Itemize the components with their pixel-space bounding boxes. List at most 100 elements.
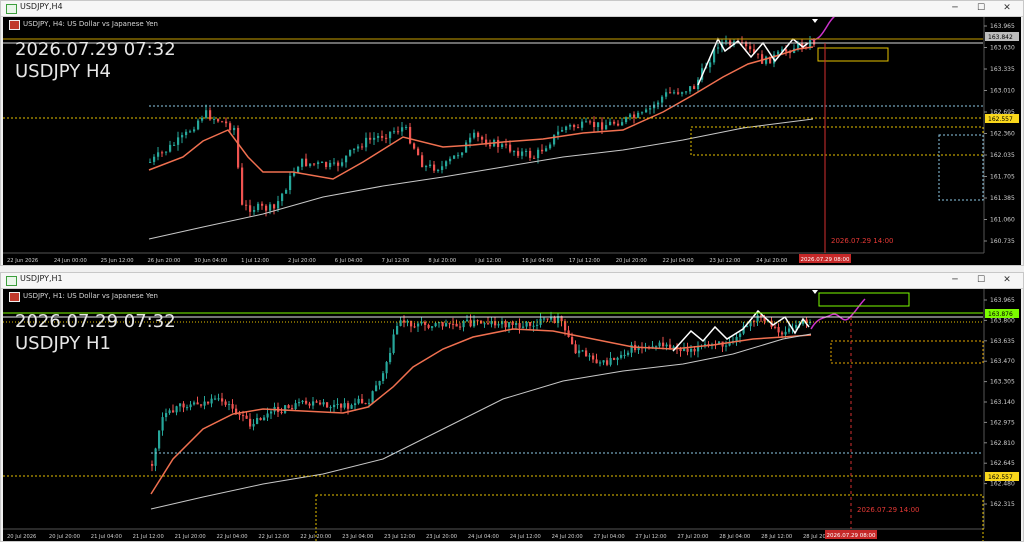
candle-body: [465, 142, 468, 153]
date-label: 2026.07.29 07:32: [15, 311, 176, 332]
candle-body: [273, 204, 276, 209]
candle-body: [427, 324, 430, 328]
chart-header: USDJPY, H4: US Dollar vs Japanese Yen: [23, 20, 158, 28]
candle-body: [553, 134, 556, 145]
candle-body: [263, 417, 266, 421]
time-tick-label: 20 Jul 20:00: [49, 534, 80, 540]
candle-body: [679, 348, 682, 352]
candle-body: [686, 348, 689, 352]
candle-body: [249, 205, 252, 212]
candle-body: [196, 402, 199, 405]
candle-body: [389, 131, 392, 139]
candle-body: [382, 373, 385, 381]
candle-body: [341, 162, 344, 166]
price-tick-label: 163.305: [990, 379, 1015, 386]
candle-body: [616, 357, 619, 360]
candle-body: [765, 56, 768, 64]
candle-body: [245, 204, 248, 206]
candle-body: [735, 336, 738, 341]
maximize-icon[interactable]: ☐: [969, 273, 993, 288]
candle-body: [669, 92, 672, 94]
candle-body: [613, 121, 616, 124]
candle-body: [169, 144, 172, 152]
candle-body: [421, 155, 424, 168]
candle-body: [149, 161, 152, 163]
candle-body: [252, 423, 255, 427]
time-tick-label: 20 Jul 20:00: [616, 258, 647, 264]
candle-body: [529, 322, 532, 326]
time-tick-label: 23 Jul 12:00: [384, 534, 415, 540]
candle-body: [325, 162, 328, 167]
maximize-icon[interactable]: ☐: [969, 1, 993, 16]
candle-body: [725, 345, 728, 347]
chart-window-h1[interactable]: USDJPY,H1 ─ ☐ ✕ 163.965 163.800 163.635 163…: [0, 272, 1024, 542]
candle-body: [655, 346, 658, 348]
price-tick-label: 161.705: [990, 174, 1015, 181]
candle-body: [681, 92, 684, 94]
candle-body: [550, 317, 553, 320]
minimize-icon[interactable]: ─: [943, 1, 967, 16]
price-chart-h4[interactable]: 163.965 163.630 163.335 163.010 162.695 162.3…: [3, 17, 1021, 265]
time-tick-label: 30 Jun 04:00: [194, 258, 227, 264]
candle-body: [784, 331, 787, 335]
candle-body: [637, 112, 640, 118]
candle-body: [501, 144, 504, 148]
minimize-icon[interactable]: ─: [943, 273, 967, 288]
candle-body: [627, 352, 630, 355]
candle-body: [533, 157, 536, 159]
candle-body: [389, 352, 392, 363]
candle-body: [182, 403, 185, 408]
candle-body: [469, 137, 472, 143]
candle-body: [673, 92, 676, 94]
symbol-label: USDJPY H4: [15, 61, 111, 82]
candle-body: [549, 144, 552, 149]
candle-body: [256, 418, 259, 424]
candle-body: [641, 112, 644, 114]
candle-body: [347, 403, 350, 409]
candle-body: [242, 415, 245, 417]
candle-body: [513, 151, 516, 153]
candle-body: [161, 417, 164, 431]
candle-body: [434, 323, 437, 327]
candle-body: [577, 127, 580, 129]
candle-body: [209, 110, 212, 120]
candle-body: [165, 413, 168, 418]
candle-body: [581, 121, 584, 128]
window-titlebar[interactable]: USDJPY,H1 ─ ☐ ✕: [1, 273, 1023, 289]
close-icon[interactable]: ✕: [995, 1, 1019, 16]
candle-body: [690, 348, 693, 352]
candle-body: [298, 402, 301, 404]
candle-body: [373, 137, 376, 140]
candle-body: [181, 135, 184, 138]
price-tick-label: 161.060: [990, 217, 1015, 224]
candle-body: [405, 126, 408, 128]
candle-body: [210, 398, 213, 404]
candle-body: [378, 380, 381, 386]
candle-body: [238, 413, 241, 416]
one-click-trading-icon[interactable]: [9, 292, 20, 302]
price-chart-h1[interactable]: 163.965 163.800 163.635 163.470 163.305 163.1…: [3, 289, 1021, 541]
time-tick-label: 7 Jul 12:00: [382, 258, 410, 264]
candle-body: [392, 334, 395, 353]
candle-body: [207, 401, 210, 404]
time-tick-label: 21 Jul 04:00: [91, 534, 122, 540]
candle-body: [477, 132, 480, 137]
time-tick-label: 28 Jul 04:00: [719, 534, 750, 540]
window-titlebar[interactable]: USDJPY,H4 ─ ☐ ✕: [1, 1, 1023, 17]
candle-body: [340, 403, 343, 408]
candle-body: [326, 402, 329, 408]
candle-body: [601, 122, 604, 130]
candle-body: [564, 321, 567, 331]
candle-body: [259, 418, 262, 421]
candle-body: [368, 402, 371, 404]
one-click-trading-icon[interactable]: [9, 20, 20, 30]
candle-body: [284, 405, 287, 413]
time-tick-label: l Jul 12:00: [475, 258, 501, 264]
close-icon[interactable]: ✕: [995, 273, 1019, 288]
symbol-label: USDJPY H1: [15, 333, 111, 354]
candle-body: [249, 418, 252, 427]
candle-body: [172, 410, 175, 413]
candle-body: [609, 121, 612, 126]
chart-window-h4[interactable]: USDJPY,H4 ─ ☐ ✕ 163.965 163.630 163.335 163…: [0, 0, 1024, 266]
candle-body: [617, 123, 620, 126]
